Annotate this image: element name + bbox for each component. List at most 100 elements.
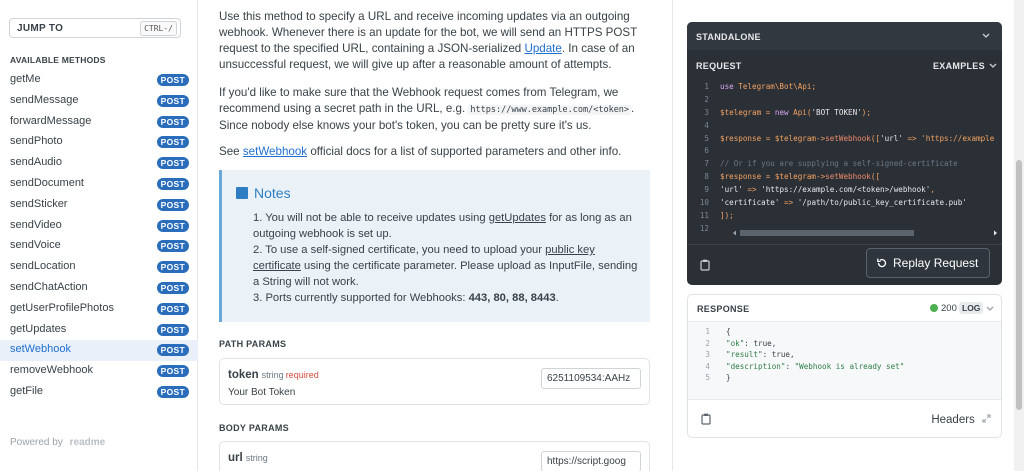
note-3-text-end: . bbox=[555, 292, 559, 304]
url-param-name: url string bbox=[228, 452, 268, 464]
getupdates-link[interactable]: getUpdates bbox=[489, 212, 546, 224]
response-line: 4 "description": "Webhook is already set… bbox=[688, 361, 1001, 374]
code-text: use Telegram\Bot\Api; bbox=[720, 82, 817, 91]
post-method-badge: POST bbox=[156, 136, 189, 149]
page-scrollbar-thumb[interactable] bbox=[1016, 160, 1022, 410]
sidebar-item-senddocument[interactable]: sendDocument POST bbox=[0, 174, 198, 195]
response-label: RESPONSE bbox=[697, 304, 750, 314]
post-method-badge: POST bbox=[156, 385, 189, 398]
clipboard-icon[interactable] bbox=[701, 413, 711, 425]
response-text: "ok": true, bbox=[726, 338, 777, 348]
body-params-title: BODY PARAMS bbox=[219, 423, 289, 433]
note-2-text: 2. To use a self-signed certificate, you… bbox=[253, 244, 546, 256]
post-method-badge: POST bbox=[156, 74, 189, 86]
sidebar-item-getme[interactable]: getMe POST bbox=[0, 70, 198, 91]
request-footer: Replay Request bbox=[687, 244, 1002, 285]
sidebar-item-removewebhook[interactable]: removeWebhook POST bbox=[0, 361, 198, 382]
post-method-badge: POST bbox=[156, 302, 189, 315]
code-text: ]); bbox=[720, 210, 734, 220]
sidebar-item-sendaudio[interactable]: sendAudio POST bbox=[0, 153, 198, 174]
post-method-badge: POST bbox=[156, 240, 189, 253]
post-method-badge: POST bbox=[156, 344, 189, 357]
code-text: // Or if you are supplying a self-signed… bbox=[720, 159, 958, 169]
token-param-type: string bbox=[261, 370, 284, 380]
status-dot bbox=[930, 304, 938, 312]
methods-nav: getMe POST sendMessage POST forwardMessage PO… bbox=[0, 70, 198, 403]
update-link[interactable]: Update bbox=[524, 42, 561, 55]
code-line: 10 'certificate' => '/path/to/public_key… bbox=[687, 198, 1002, 211]
note-1-text: 1. You will not be able to receive updat… bbox=[253, 212, 489, 224]
line-number: 4 bbox=[705, 361, 710, 371]
token-required-badge: required bbox=[285, 370, 319, 380]
notes-list: 1. You will not be able to receive updat… bbox=[253, 210, 643, 306]
readme-logo: readme bbox=[69, 437, 106, 448]
mode-label: STANDALONE bbox=[696, 32, 761, 42]
clipboard-icon[interactable] bbox=[700, 259, 710, 271]
line-number: 3 bbox=[705, 350, 710, 359]
powered-by[interactable]: Powered by readme bbox=[10, 437, 105, 448]
sidebar-item-getfile[interactable]: getFile POST bbox=[0, 382, 198, 403]
sidebar-item-sendphoto[interactable]: sendPhoto POST bbox=[0, 132, 198, 153]
code-line: 1 use Telegram\Bot\Api; bbox=[687, 82, 1002, 95]
line-number: 11 bbox=[699, 210, 709, 220]
line-number: 7 bbox=[704, 159, 709, 169]
line-number: 1 bbox=[705, 327, 710, 336]
sidebar-item-label: removeWebhook bbox=[10, 364, 93, 377]
methods-section-title: AVAILABLE METHODS bbox=[10, 55, 106, 65]
notes-title: Notes bbox=[236, 185, 291, 201]
response-line: 2 "ok": true, bbox=[688, 338, 1001, 351]
replay-request-button[interactable]: Replay Request bbox=[866, 248, 990, 278]
setwebhook-docs-link[interactable]: setWebhook bbox=[243, 145, 307, 158]
examples-label: EXAMPLES bbox=[933, 61, 985, 71]
line-number: 2 bbox=[704, 94, 709, 104]
response-line: 1{ bbox=[688, 327, 1001, 339]
log-badge[interactable]: LOG bbox=[959, 302, 984, 314]
response-text: } bbox=[726, 373, 731, 382]
sidebar-item-sendchataction[interactable]: sendChatAction POST bbox=[0, 278, 198, 299]
secret-paragraph: If you'd like to make sure that the Webh… bbox=[219, 85, 651, 134]
response-code-block[interactable]: 1{2 "ok": true, 3 "result": true, 4 "descr… bbox=[688, 322, 1001, 399]
note-3-text: 3. Ports currently supported for Webhook… bbox=[253, 292, 469, 304]
jump-to-search[interactable]: JUMP TO CTRL-/ bbox=[9, 18, 181, 38]
response-panel: RESPONSE 200 LOG 1{2 "ok": true, 3 "resul… bbox=[687, 294, 1002, 438]
sidebar: JUMP TO CTRL-/ AVAILABLE METHODS getMe PO… bbox=[0, 0, 198, 471]
sidebar-item-sendlocation[interactable]: sendLocation POST bbox=[0, 257, 198, 278]
post-method-badge: POST bbox=[156, 94, 189, 107]
sidebar-item-forwardmessage[interactable]: forwardMessage POST bbox=[0, 112, 198, 133]
response-text: "result": true, bbox=[726, 350, 795, 359]
request-code-block[interactable]: 1 use Telegram\Bot\Api; 2 3 $telegram = new … bbox=[687, 82, 1002, 248]
headers-label: Headers bbox=[931, 414, 975, 426]
response-line: 3 "result": true, bbox=[688, 350, 1001, 362]
response-line: 5} bbox=[688, 373, 1001, 385]
sidebar-item-sendvoice[interactable]: sendVoice POST bbox=[0, 236, 198, 257]
ports-list: 443, 80, 88, 8443 bbox=[468, 292, 556, 304]
sidebar-item-setwebhook[interactable]: setWebhook POST bbox=[0, 340, 198, 362]
line-number: 1 bbox=[704, 82, 709, 91]
line-number: 3 bbox=[704, 107, 709, 117]
powered-by-label: Powered by bbox=[10, 437, 63, 448]
code-text: $telegram = new Api('BOT TOKEN'); bbox=[720, 107, 871, 117]
line-number: 12 bbox=[699, 223, 709, 233]
headers-toggle[interactable]: Headers bbox=[931, 414, 991, 426]
sidebar-item-sendvideo[interactable]: sendVideo POST bbox=[0, 216, 198, 237]
sidebar-item-sendmessage[interactable]: sendMessage POST bbox=[0, 91, 198, 112]
sidebar-item-label: getMe bbox=[10, 73, 41, 85]
token-input[interactable]: 6251109534:AAHz bbox=[541, 368, 641, 389]
sidebar-item-label: sendVideo bbox=[10, 218, 62, 231]
sidebar-item-getupdates[interactable]: getUpdates POST bbox=[0, 320, 198, 341]
code-text: $response = $telegram->setWebhook(['url'… bbox=[720, 133, 995, 143]
book-icon bbox=[236, 187, 248, 199]
sidebar-item-label: getUserProfilePhotos bbox=[10, 301, 114, 314]
note-item: 3. Ports currently supported for Webhook… bbox=[253, 290, 643, 306]
code-line: 3 $telegram = new Api('BOT TOKEN'); bbox=[687, 108, 1002, 121]
mode-selector[interactable]: STANDALONE bbox=[687, 22, 1002, 50]
chevron-down-icon[interactable] bbox=[986, 306, 994, 312]
sidebar-item-label: getUpdates bbox=[10, 322, 67, 335]
expand-icon bbox=[982, 414, 991, 423]
code-horizontal-scrollbar[interactable] bbox=[730, 229, 1000, 237]
token-param-label: token bbox=[228, 369, 259, 381]
examples-dropdown[interactable]: EXAMPLES bbox=[933, 61, 997, 71]
url-input[interactable]: https://script.goog bbox=[541, 451, 641, 471]
sidebar-item-getuserprofilephotos[interactable]: getUserProfilePhotos POST bbox=[0, 299, 198, 320]
sidebar-item-sendsticker[interactable]: sendSticker POST bbox=[0, 195, 198, 216]
